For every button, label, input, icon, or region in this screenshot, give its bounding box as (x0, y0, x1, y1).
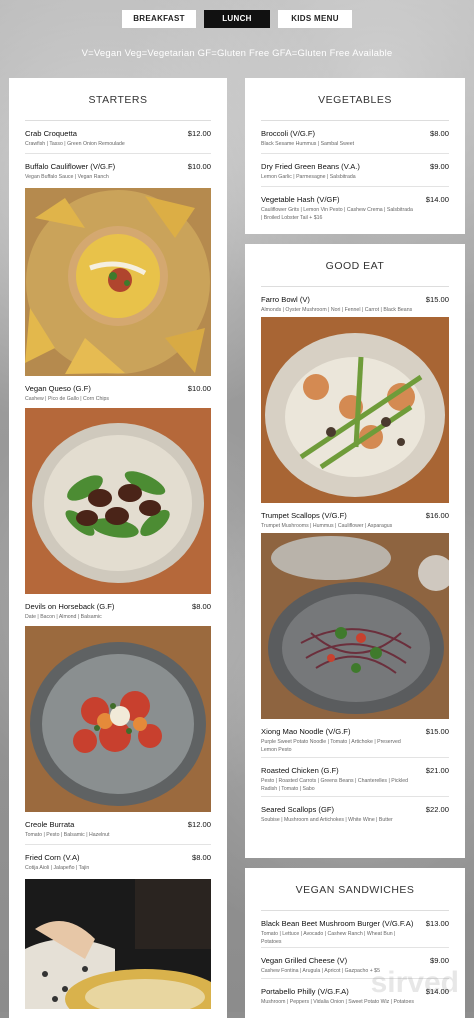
tab-lunch[interactable]: LUNCH (204, 10, 270, 28)
item-price: $15.00 (425, 727, 449, 736)
item-name: Creole Burrata (25, 820, 75, 829)
item-name: Roasted Chicken (G.F) (261, 766, 339, 775)
item-price: $12.00 (187, 129, 211, 138)
item-description: Cashew Fontina | Arugula | Apricot | Gaz… (261, 968, 380, 974)
item-description: Cauliflower Grits | Lemon Vin Pesto | Ca… (261, 207, 413, 221)
item-price: $22.00 (425, 805, 449, 814)
item-price: $8.00 (191, 853, 211, 862)
item-description: Trumpet Mushrooms | Hummus | Cauliflower… (261, 523, 393, 529)
menu-item[interactable]: Vegan Queso (G.F) $10.00 Cashew | Pico d… (25, 376, 211, 408)
menu-item[interactable]: Dry Fried Green Beans (V.A.) $9.00 Lemon… (261, 154, 449, 187)
item-description: Date | Bacon | Almond | Balsamic (25, 614, 102, 620)
menu-item[interactable]: Creole Burrata $12.00 Tomato | Pesto | B… (25, 812, 211, 845)
item-name: Devils on Horseback (G.F) (25, 602, 115, 611)
item-description: Vegan Buffalo Sauce | Vegan Ranch (25, 174, 109, 180)
menu-item[interactable]: Trumpet Scallops (V/G.F) $16.00 Trumpet … (261, 503, 449, 533)
menu-item[interactable]: Fried Corn (V.A) $8.00 Cotija Aioli | Ja… (25, 845, 211, 879)
item-price: $14.00 (425, 987, 449, 996)
item-price: $12.00 (187, 820, 211, 829)
section-title-good-eat: GOOD EAT (261, 244, 449, 287)
item-name: Black Bean Beet Mushroom Burger (V/G.F.A… (261, 919, 414, 928)
item-description: Mushroom | Peppers | Vidalia Onion | Swe… (261, 999, 414, 1005)
food-photo-vegan-queso (25, 188, 211, 376)
item-price: $16.00 (425, 511, 449, 520)
menu-item[interactable]: Farro Bowl (V) $15.00 Almonds | Oyster M… (261, 287, 449, 317)
item-name: Dry Fried Green Beans (V.A.) (261, 162, 360, 171)
item-description: Cotija Aioli | Jalapeño | Tajin (25, 865, 90, 871)
item-name: Buffalo Cauliflower (V/G.F) (25, 162, 116, 171)
menu-item[interactable]: Vegan Grilled Cheese (V) $9.00 Cashew Fo… (261, 948, 449, 979)
item-description: Soubise | Mushroom and Artichokes | Whit… (261, 817, 393, 823)
vegan-sandwiches-card: VEGAN SANDWICHES Black Bean Beet Mushroo… (245, 868, 465, 1018)
starters-card: STARTERS Crab Croquetta $12.00 Crawfish … (9, 78, 227, 1018)
item-name: Farro Bowl (V) (261, 295, 310, 304)
food-photo-fried-corn (25, 879, 211, 1009)
menu-item[interactable]: Black Bean Beet Mushroom Burger (V/G.F.A… (261, 911, 449, 948)
section-title-vegan-sandwiches: VEGAN SANDWICHES (261, 868, 449, 911)
item-name: Crab Croquetta (25, 129, 77, 138)
item-name: Trumpet Scallops (V/G.F) (261, 511, 347, 520)
item-price: $13.00 (425, 919, 449, 928)
food-photo-devils-on-horseback (25, 408, 211, 594)
item-price: $8.00 (191, 602, 211, 611)
tab-breakfast[interactable]: BREAKFAST (122, 10, 196, 28)
dietary-legend: V=Vegan Veg=Vegetarian GF=Gluten Free GF… (81, 48, 393, 59)
menu-item[interactable]: Xiong Mao Noodle (V/G.F) $15.00 Purple S… (261, 719, 449, 758)
item-price: $10.00 (187, 384, 211, 393)
item-description: Cashew | Pico de Gallo | Corn Chips (25, 396, 110, 402)
item-price: $14.00 (425, 195, 449, 204)
item-description: Almonds | Oyster Mushroom | Nori | Fenne… (261, 307, 413, 313)
item-description: Crawfish | Tasso | Green Onion Remoulade (25, 141, 125, 147)
menu-item[interactable]: Devils on Horseback (G.F) $8.00 Date | B… (25, 594, 211, 626)
menu-item[interactable]: Vegetable Hash (V/GF) $14.00 Cauliflower… (261, 187, 449, 229)
item-price: $21.00 (425, 766, 449, 775)
section-title-starters: STARTERS (25, 78, 211, 121)
menu-item[interactable]: Portabello Philly (V/G.F.A) $14.00 Mushr… (261, 979, 449, 1009)
good-eat-card: GOOD EAT Farro Bowl (V) $15.00 Almonds |… (245, 244, 465, 858)
item-description: Tomato | Lettuce | Avocado | Cashew Ranc… (261, 931, 396, 945)
menu-item[interactable]: Buffalo Cauliflower (V/G.F) $10.00 Vegan… (25, 154, 211, 188)
item-description: Purple Sweet Potato Noodle | Tomato | Ar… (261, 739, 401, 753)
item-name: Portabello Philly (V/G.F.A) (261, 987, 349, 996)
item-name: Broccoli (V/G.F) (261, 129, 316, 138)
menu-item[interactable]: Crab Croquetta $12.00 Crawfish | Tasso |… (25, 121, 211, 154)
item-name: Seared Scallops (GF) (261, 805, 335, 814)
item-name: Xiong Mao Noodle (V/G.F) (261, 727, 351, 736)
item-price: $15.00 (425, 295, 449, 304)
item-name: Fried Corn (V.A) (25, 853, 80, 862)
item-name: Vegan Queso (G.F) (25, 384, 91, 393)
item-name: Vegetable Hash (V/GF) (261, 195, 340, 204)
tab-kids-menu[interactable]: KIDS MENU (278, 10, 352, 28)
menu-tabs: BREAKFAST LUNCH KIDS MENU (0, 10, 474, 28)
item-description: Lemon Garlic | Parmesagne | Salsbitrada (261, 174, 356, 180)
menu-item[interactable]: Roasted Chicken (G.F) $21.00 Pesto | Roa… (261, 758, 449, 797)
item-price: $10.00 (187, 162, 211, 171)
vegetables-card: VEGETABLES Broccoli (V/G.F) $8.00 Black … (245, 78, 465, 234)
item-price: $9.00 (429, 956, 449, 965)
item-description: Pesto | Roasted Carrots | Greens Beans |… (261, 778, 408, 792)
food-photo-creole-burrata (25, 626, 211, 812)
food-photo-trumpet-scallops (261, 317, 449, 503)
item-price: $8.00 (429, 129, 449, 138)
menu-item[interactable]: Broccoli (V/G.F) $8.00 Black Sesame Humm… (261, 121, 449, 154)
item-description: Black Sesame Hummus | Sambal Sweet (261, 141, 355, 147)
menu-item[interactable]: Seared Scallops (GF) $22.00 Soubise | Mu… (261, 797, 449, 827)
item-price: $9.00 (429, 162, 449, 171)
item-name: Vegan Grilled Cheese (V) (261, 956, 348, 965)
item-description: Tomato | Pesto | Balsamic | Hazelnut (25, 832, 110, 838)
section-title-vegetables: VEGETABLES (261, 78, 449, 121)
food-photo-xiong-mao-noodle (261, 533, 449, 719)
